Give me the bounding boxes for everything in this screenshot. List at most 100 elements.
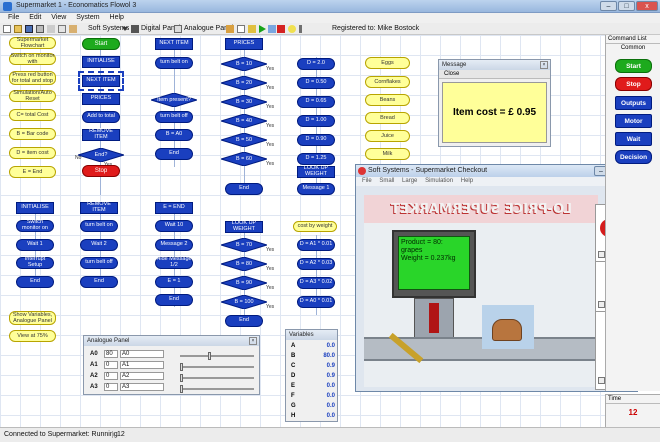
note-auto-reset[interactable]: Simulation/Auto Reset: [9, 90, 56, 102]
menu-edit[interactable]: Edit: [29, 14, 41, 21]
graph-icon[interactable]: [237, 25, 245, 33]
weight-assign-block[interactable]: D = A0 * 0.01: [297, 296, 335, 308]
wait-2-block[interactable]: Wait 2: [80, 239, 118, 251]
minimize-button[interactable]: –: [600, 1, 617, 11]
cut-icon[interactable]: [47, 25, 55, 33]
look-up-weight-sub-block[interactable]: LOOK UP WEIGHT: [297, 165, 335, 178]
wait-1-block[interactable]: Wait 1: [16, 239, 54, 251]
message-2-block[interactable]: Message 2: [155, 239, 193, 251]
analogue-value-input[interactable]: 80: [104, 350, 118, 358]
weight-check-100[interactable]: B = 100: [221, 295, 267, 309]
turn-belt-on-block[interactable]: turn belt on: [155, 57, 193, 69]
note-red-button[interactable]: Press red button for total and stop: [9, 71, 56, 85]
turn-belt-off-block[interactable]: turn belt off: [155, 111, 193, 123]
analogue-slider-knob[interactable]: [180, 385, 183, 393]
look-up-weight-header-block[interactable]: LOOK UP WEIGHT: [225, 220, 263, 233]
add-to-total-block[interactable]: Add to total: [82, 111, 120, 123]
analogue-slider-track[interactable]: [180, 388, 254, 390]
weight-check-80[interactable]: B = 80: [221, 257, 267, 271]
start-block[interactable]: Start: [82, 38, 120, 50]
print-icon[interactable]: [36, 25, 44, 33]
sim-menu-file[interactable]: File: [362, 178, 372, 184]
switch-monitor-block[interactable]: Switch monitor on: [16, 219, 54, 232]
decision-command[interactable]: Decision: [615, 150, 652, 164]
pencil-icon[interactable]: [248, 25, 256, 33]
message-close-menu[interactable]: Close: [439, 70, 550, 79]
weight-check-90[interactable]: B = 90: [221, 276, 267, 290]
note-cost-by-weight[interactable]: cost by weight: [293, 221, 337, 232]
e-end-header-block[interactable]: E = END: [155, 202, 193, 214]
menu-help[interactable]: Help: [110, 14, 124, 21]
digital-panel-button[interactable]: Digital Panel: [131, 24, 180, 34]
menu-view[interactable]: View: [51, 14, 66, 21]
weight-assign-block[interactable]: D = A3 * 0.02: [297, 277, 335, 289]
wait-command[interactable]: Wait: [615, 132, 652, 146]
price-assign-block[interactable]: D = 0.90: [297, 134, 335, 146]
paste-icon[interactable]: [69, 25, 77, 33]
prices-sub-block[interactable]: PRICES: [82, 93, 120, 105]
step-icon[interactable]: [268, 25, 276, 33]
save-icon[interactable]: [25, 25, 33, 33]
variables-icon[interactable]: [226, 25, 234, 33]
note-title[interactable]: Supermarket Flowchart: [9, 37, 56, 49]
price-check-40[interactable]: B = 40: [221, 114, 267, 128]
dropdown-arrow-icon[interactable]: [122, 27, 128, 31]
initialise-sub-block[interactable]: INITIALISE: [82, 56, 120, 68]
next-item-sub-block[interactable]: NEXT ITEM: [78, 71, 124, 91]
message-1-block[interactable]: Message 1: [297, 183, 335, 195]
price-assign-block[interactable]: D = 0.50: [297, 77, 335, 89]
price-check-60[interactable]: B = 60: [221, 152, 267, 166]
item-label-juice[interactable]: Juice: [365, 130, 410, 142]
command-list-common-tab[interactable]: Common: [606, 44, 660, 53]
menu-file[interactable]: File: [8, 14, 19, 21]
remove-belt-off-block[interactable]: turn belt off: [80, 257, 118, 269]
note-show-variables[interactable]: Show Variables, Analogue Panel: [9, 311, 56, 325]
price-check-30[interactable]: B = 30: [221, 95, 267, 109]
price-check-50[interactable]: B = 50: [221, 133, 267, 147]
stop-command[interactable]: Stop: [615, 77, 652, 91]
price-check-10[interactable]: B = 10: [221, 57, 267, 71]
help-icon[interactable]: [288, 25, 296, 33]
remove-item-sub-block[interactable]: REMOVE ITEM: [82, 128, 120, 141]
b-equals-a0-block[interactable]: B = A0: [155, 129, 193, 141]
end-decision-block[interactable]: End?: [78, 148, 124, 162]
shelf-button[interactable]: [598, 301, 605, 308]
shelf-button[interactable]: [598, 251, 605, 258]
start-command[interactable]: Start: [615, 59, 652, 73]
close-button[interactable]: x: [636, 1, 658, 11]
weight-assign-block[interactable]: D = A1 * 0.01: [297, 239, 335, 251]
analogue-slider-track[interactable]: [180, 355, 254, 357]
analogue-panel-button[interactable]: Analogue Panel: [174, 24, 233, 34]
weight-assign-block[interactable]: D = A2 * 0.03: [297, 258, 335, 270]
price-check-20[interactable]: B = 20: [221, 76, 267, 90]
menu-system[interactable]: System: [76, 14, 99, 21]
run-icon[interactable]: [259, 25, 266, 33]
weight-check-70[interactable]: B = 70: [221, 238, 267, 252]
analogue-label-input[interactable]: A3: [120, 383, 164, 391]
open-folder-icon[interactable]: [14, 25, 22, 33]
note-view-zoom[interactable]: View at 75%: [9, 330, 56, 342]
analogue-slider-track[interactable]: [180, 377, 254, 379]
analogue-slider-track[interactable]: [180, 366, 254, 368]
stop-icon[interactable]: [277, 25, 285, 33]
prices-header-block[interactable]: PRICES: [225, 38, 263, 50]
remove-item-end-block[interactable]: End: [80, 276, 118, 288]
sim-menu-small[interactable]: Small: [379, 178, 394, 184]
analogue-value-input[interactable]: 0: [104, 372, 118, 380]
new-file-icon[interactable]: [3, 25, 11, 33]
note-bar-code[interactable]: B = Bar code: [9, 128, 56, 140]
item-label-beans[interactable]: Beans: [365, 94, 410, 106]
maximize-button[interactable]: □: [618, 1, 635, 11]
prices-end-block[interactable]: End: [225, 183, 263, 195]
analogue-label-input[interactable]: A0: [120, 350, 164, 358]
analogue-panel[interactable]: Analogue Panel × A0 80 A0 A1 0 A1 A2 0 A2 A3 0 A3: [83, 335, 260, 395]
remove-belt-on-block[interactable]: turn belt on: [80, 220, 118, 232]
message-window[interactable]: Message × Close Item cost = £ 0.95: [438, 59, 551, 147]
initialise-end-block[interactable]: End: [16, 276, 54, 288]
analogue-label-input[interactable]: A1: [120, 361, 164, 369]
shelf-button[interactable]: [598, 377, 605, 384]
remove-item-header-block[interactable]: REMOVE ITEM: [80, 201, 118, 214]
stop-block[interactable]: Stop: [82, 165, 120, 177]
e-end-end-block[interactable]: End: [155, 294, 193, 306]
next-item-end-block[interactable]: End: [155, 148, 193, 160]
